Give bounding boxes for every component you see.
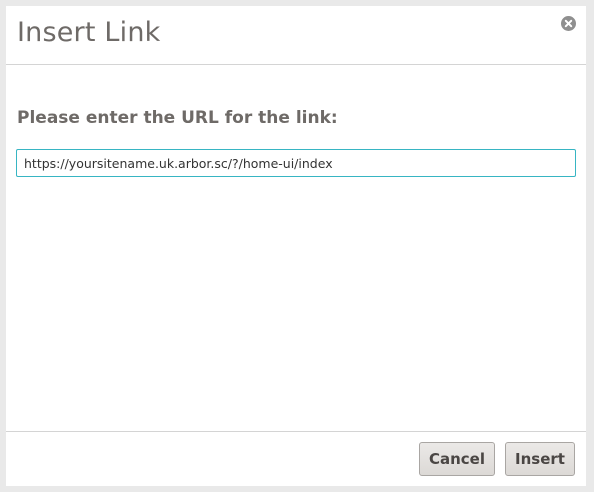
insert-button[interactable]: Insert bbox=[505, 442, 575, 476]
insert-link-dialog: Insert Link Please enter the URL for the… bbox=[6, 6, 586, 486]
cancel-button[interactable]: Cancel bbox=[419, 442, 495, 476]
url-input[interactable] bbox=[16, 149, 576, 177]
dialog-footer: Cancel Insert bbox=[6, 431, 586, 486]
url-prompt-label: Please enter the URL for the link: bbox=[17, 108, 338, 128]
dialog-title: Insert Link bbox=[17, 17, 161, 48]
dialog-header: Insert Link bbox=[6, 6, 586, 65]
close-icon[interactable] bbox=[561, 16, 576, 31]
close-x-glyph bbox=[564, 19, 573, 28]
